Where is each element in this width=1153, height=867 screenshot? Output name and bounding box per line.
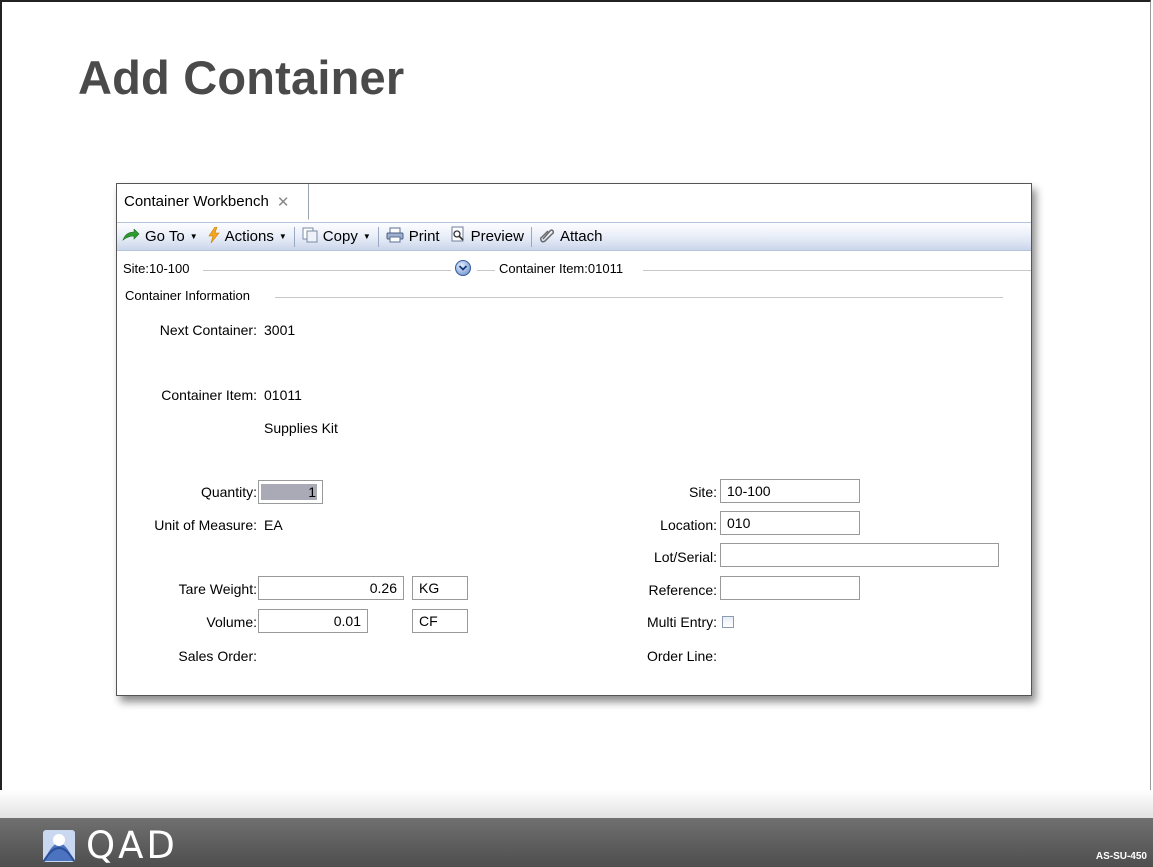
copy-label: Copy (322, 228, 358, 245)
header-container-item: Container Item:01011 (499, 261, 624, 276)
header-site: Site:10-100 (123, 261, 190, 276)
location-label: Location: (660, 517, 717, 533)
tare-weight-input[interactable]: 0.26 (258, 576, 404, 600)
goto-arrow-icon (122, 228, 140, 245)
uom-value: EA (264, 517, 283, 533)
preview-icon (450, 226, 466, 247)
qad-logo-text: QAD (86, 824, 178, 867)
site-label: Site: (688, 484, 717, 500)
lightning-icon (208, 226, 220, 247)
section-title: Container Information (125, 288, 251, 303)
tab-container-workbench[interactable]: Container Workbench ✕ (117, 184, 309, 220)
actions-label: Actions (224, 228, 274, 245)
footer-bar: QAD AS-SU-450 (0, 818, 1153, 867)
attach-button[interactable]: Attach (534, 223, 608, 250)
paperclip-icon (539, 227, 555, 247)
course-code: AS-SU-450 (1095, 851, 1147, 862)
print-button[interactable]: Print (381, 223, 445, 250)
slide-title: Add Container (78, 51, 405, 104)
multi-entry-label: Multi Entry: (646, 614, 717, 630)
lot-serial-input[interactable] (720, 543, 999, 567)
tare-weight-unit-input[interactable]: KG (412, 576, 468, 600)
actions-button[interactable]: Actions ▼ (203, 223, 292, 250)
tab-label: Container Workbench (124, 193, 269, 210)
header-divider-mid (477, 270, 495, 271)
reference-label: Reference: (648, 582, 717, 598)
section-divider (275, 297, 1003, 298)
reference-input[interactable] (720, 576, 860, 600)
volume-label: Volume: (206, 614, 257, 630)
volume-unit-input[interactable]: CF (412, 609, 468, 633)
attach-label: Attach (559, 228, 603, 245)
toolbar: Go To ▼ Actions ▼ Copy ▼ Print Preview A… (117, 222, 1031, 251)
tare-weight-label: Tare Weight: (178, 581, 257, 597)
expand-collapse-icon[interactable] (455, 260, 471, 276)
qad-logo-icon (43, 830, 75, 862)
container-item-label: Container Item: (161, 387, 257, 403)
footer-fade (0, 790, 1153, 818)
close-icon[interactable]: ✕ (277, 193, 290, 211)
quantity-value: 1 (308, 484, 316, 500)
sales-order-label: Sales Order: (178, 648, 257, 664)
volume-input[interactable]: 0.01 (258, 609, 368, 633)
lot-serial-label: Lot/Serial: (653, 549, 717, 565)
chevron-down-icon: ▼ (362, 232, 371, 241)
multi-entry-checkbox[interactable] (722, 616, 734, 628)
container-workbench-window: Container Workbench ✕ Go To ▼ Actions ▼ … (116, 183, 1032, 696)
chevron-down-icon: ▼ (278, 232, 287, 241)
preview-label: Preview (470, 228, 524, 245)
printer-icon (386, 227, 404, 247)
header-divider-right (643, 270, 1031, 271)
quantity-label: Quantity: (200, 484, 257, 500)
container-item-value: 01011 (264, 387, 302, 403)
preview-button[interactable]: Preview (445, 223, 529, 250)
tab-strip: Container Workbench ✕ (117, 184, 1031, 222)
toolbar-separator (377, 226, 379, 247)
order-line-label: Order Line: (646, 648, 717, 664)
toolbar-separator (293, 226, 295, 247)
next-container-label: Next Container: (159, 322, 257, 338)
next-container-value: 3001 (264, 322, 296, 338)
uom-label: Unit of Measure: (154, 517, 257, 533)
goto-button[interactable]: Go To ▼ (117, 223, 203, 250)
copy-button[interactable]: Copy ▼ (297, 223, 376, 250)
toolbar-separator (530, 226, 532, 247)
chevron-down-icon: ▼ (189, 232, 198, 241)
location-input[interactable]: 010 (720, 511, 860, 535)
header-divider-left (203, 270, 451, 271)
quantity-input[interactable]: 1 (258, 480, 323, 504)
goto-label: Go To (145, 228, 185, 245)
copy-icon (302, 227, 318, 247)
print-label: Print (408, 228, 440, 245)
qad-logo: QAD (42, 824, 178, 867)
container-item-description: Supplies Kit (264, 420, 338, 436)
site-input[interactable]: 10-100 (720, 479, 860, 503)
